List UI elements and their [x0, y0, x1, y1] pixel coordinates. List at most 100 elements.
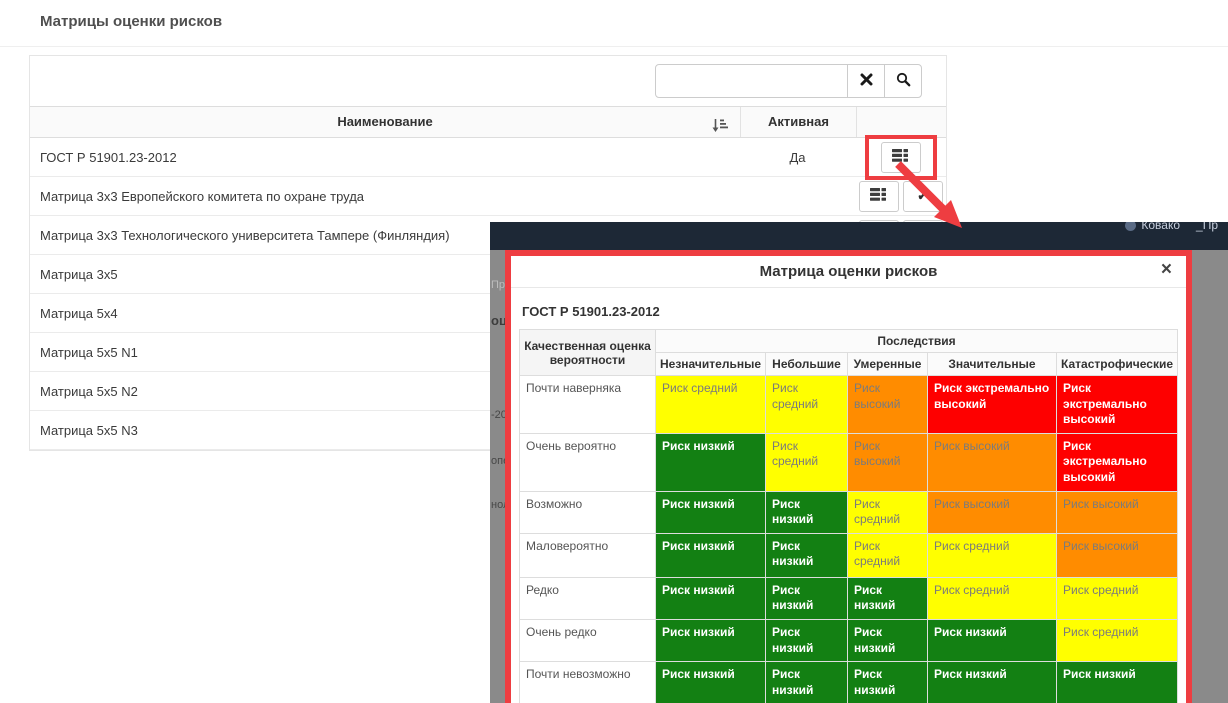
risk-cell-medium: Риск средний [927, 576, 1057, 620]
risk-cell-high: Риск высокий [847, 375, 928, 434]
risk-cell-low: Риск низкий [927, 661, 1057, 703]
risk-cell-medium: Риск средний [847, 490, 928, 534]
table-row[interactable]: ГОСТ Р 51901.23-2012 Да [30, 134, 946, 180]
risk-matrix-table: Качественная оценка вероятности Последств… [519, 329, 1178, 703]
sort-amount-icon[interactable] [711, 114, 728, 144]
check-icon: ✔ [917, 189, 928, 203]
clear-search-button[interactable] [847, 64, 885, 98]
risk-cell-medium: Риск средний [765, 375, 848, 434]
risk-cell-low: Риск низкий [765, 661, 848, 703]
standard-name: ГОСТ Р 51901.23-2012 [522, 304, 660, 319]
risk-cell-low: Риск низкий [1056, 661, 1178, 703]
probability-label: Редко [519, 576, 656, 620]
matrix-rows-icon [892, 149, 909, 165]
risk-cell-low: Риск низкий [655, 618, 766, 663]
modal-backdrop: Про оце -20 опе нол Матрица оценки рисков × … [490, 250, 1228, 703]
navbar-fragment: Ковако _Пр [490, 222, 1228, 250]
row-actions: ✔ [855, 180, 946, 212]
risk-cell-medium: Риск средний [655, 375, 766, 434]
modal-body: ГОСТ Р 51901.23-2012 Качественная оценка… [511, 288, 1186, 703]
risk-cell-low: Риск низкий [847, 618, 928, 663]
risk-cell-low: Риск низкий [655, 432, 766, 492]
row-active-value: Да [789, 149, 806, 165]
probability-label: Почти наверняка [519, 375, 656, 434]
risk-cell-high: Риск высокий [927, 490, 1057, 534]
risk-cell-low: Риск низкий [847, 576, 928, 620]
title-divider [0, 46, 1228, 47]
navbar-user-item: Ковако [1125, 222, 1180, 232]
risk-cell-medium: Риск средний [1056, 576, 1178, 620]
row-name: ГОСТ Р 51901.23-2012 [40, 149, 177, 165]
view-matrix-button[interactable] [880, 141, 921, 173]
risk-matrix-modal: Матрица оценки рисков × ГОСТ Р 51901.23-… [505, 250, 1192, 703]
consequence-level-header: Умеренные [847, 352, 928, 376]
risk-cell-low: Риск низкий [655, 661, 766, 703]
clear-icon [860, 73, 873, 89]
matrix-row: Почти невозможно Риск низкий Риск низкий Ри… [519, 661, 1178, 703]
background-text-fragment: оце [491, 314, 505, 327]
risk-cell-low: Риск низкий [655, 532, 766, 578]
column-header-name: Наименование [30, 107, 740, 137]
risk-cell-extreme: Риск экстремально высокий [927, 375, 1057, 434]
matrix-row: Маловероятно Риск низкий Риск низкий Риск с… [519, 532, 1178, 578]
background-text-fragment: нол [491, 500, 505, 511]
risk-cell-low: Риск низкий [765, 618, 848, 663]
search-row [30, 56, 946, 106]
search-input[interactable] [655, 64, 849, 98]
risk-cell-medium: Риск средний [1056, 618, 1178, 663]
risk-cell-high: Риск высокий [847, 432, 928, 492]
background-text-fragment: -20 [491, 410, 505, 421]
risk-cell-low: Риск низкий [927, 618, 1057, 663]
risk-cell-medium: Риск средний [847, 532, 928, 578]
consequences-header: Последствия [655, 329, 1178, 353]
annotation-highlight-box [864, 134, 937, 180]
modal-title: Матрица оценки рисков [759, 263, 938, 280]
row-name: Матрица 3x3 Европейского комитета по охр… [40, 188, 365, 204]
user-icon [1125, 222, 1137, 232]
matrix-row: Почти наверняка Риск средний Риск средний Р… [519, 375, 1178, 434]
table-header: Наименование Активная [30, 106, 946, 138]
search-button[interactable] [884, 64, 922, 98]
matrix-row: Возможно Риск низкий Риск низкий Риск средн… [519, 490, 1178, 534]
matrix-rows-icon [870, 188, 887, 204]
risk-cell-low: Риск низкий [655, 576, 766, 620]
modal-screenshot-overlay: Ковако _Пр Про оце -20 опе нол Матрица оценк… [490, 222, 1228, 703]
probability-label: Почти невозможно [519, 661, 656, 703]
risk-cell-extreme: Риск экстремально высокий [1056, 375, 1178, 434]
table-row[interactable]: Матрица 3x3 Европейского комитета по охр… [30, 177, 946, 216]
background-text-fragment: опе [491, 456, 505, 467]
probability-label: Маловероятно [519, 532, 656, 578]
consequence-level-header: Катастрофические [1056, 352, 1178, 376]
risk-cell-extreme: Риск экстремально высокий [1056, 432, 1178, 492]
background-text-fragment: Про [491, 280, 505, 291]
modal-header: Матрица оценки рисков × [511, 256, 1186, 288]
column-header-name-label: Наименование [337, 114, 433, 129]
probability-label: Очень редко [519, 618, 656, 663]
risk-cell-medium: Риск средний [765, 432, 848, 492]
search-icon [896, 72, 911, 90]
row-actions [855, 134, 946, 180]
risk-cell-low: Риск низкий [765, 532, 848, 578]
matrix-row: Очень редко Риск низкий Риск низкий Риск ни… [519, 618, 1178, 663]
consequence-level-header: Небольшие [765, 352, 848, 376]
consequence-level-header: Незначительные [655, 352, 766, 376]
risk-cell-high: Риск высокий [927, 432, 1057, 492]
set-active-button[interactable]: ✔ [902, 180, 943, 212]
column-header-actions [856, 107, 946, 137]
probability-label: Очень вероятно [519, 432, 656, 492]
close-icon[interactable]: × [1161, 260, 1172, 279]
probability-header: Качественная оценка вероятности [519, 329, 656, 376]
risk-cell-low: Риск низкий [765, 490, 848, 534]
consequence-level-header: Значительные [927, 352, 1057, 376]
page-title: Матрицы оценки рисков [40, 13, 223, 30]
view-matrix-button[interactable] [858, 180, 899, 212]
matrix-row: Редко Риск низкий Риск низкий Риск низкий Ри… [519, 576, 1178, 620]
risk-cell-low: Риск низкий [847, 661, 928, 703]
matrix-row: Очень вероятно Риск низкий Риск средний Рис… [519, 432, 1178, 492]
column-header-active: Активная [740, 107, 856, 137]
navbar-menu-item: _Пр [1196, 222, 1218, 232]
risk-cell-low: Риск низкий [765, 576, 848, 620]
risk-cell-high: Риск высокий [1056, 532, 1178, 578]
risk-cell-low: Риск низкий [655, 490, 766, 534]
risk-cell-medium: Риск средний [927, 532, 1057, 578]
